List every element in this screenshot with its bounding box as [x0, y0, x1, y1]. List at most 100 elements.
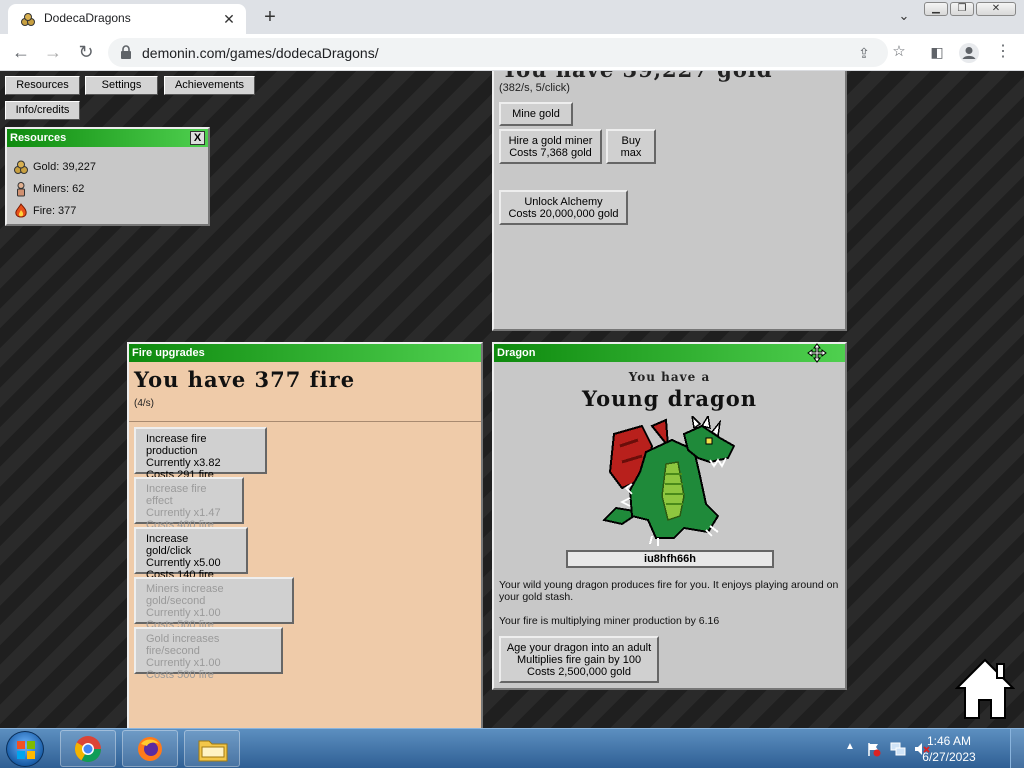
info-credits-button[interactable]: Info/credits — [5, 101, 80, 120]
resources-button[interactable]: Resources — [5, 76, 80, 95]
restore-icon[interactable]: ❐ — [950, 2, 974, 16]
resources-panel: Resources X Gold: 39,227 Miners: 62 Fire… — [5, 127, 210, 226]
close-resources-button[interactable]: X — [190, 131, 205, 145]
tab-title: DodecaDragons — [44, 11, 131, 25]
increase-fire-effect-button[interactable]: Increase fire effect Currently x1.47 Cos… — [134, 477, 244, 531]
window-controls: ▁ ❐ ✕ — [924, 2, 1016, 16]
buy-max-button[interactable]: Buy max — [606, 129, 656, 164]
taskbar: ▲ 1:46 AM 6/27/2023 — [0, 728, 1024, 768]
profile-avatar-icon[interactable] — [958, 42, 980, 64]
unlock-alchemy-cost: Costs 20,000,000 gold — [508, 208, 619, 220]
dragon-name-input[interactable]: iu8hfh66h — [566, 550, 774, 568]
fire-upgrades-title: Fire upgrades — [132, 347, 205, 359]
fire-upgrades-panel: Fire upgrades You have 377 fire (4/s) In… — [127, 342, 483, 728]
reload-icon[interactable]: ↻ — [75, 42, 97, 64]
upgrade-current: Currently x1.00 — [146, 607, 221, 619]
dragon-type: Young dragon — [581, 386, 758, 411]
upgrade-label: Miners increase gold/second — [146, 583, 224, 607]
folder-icon — [198, 740, 228, 762]
gold-rate: (382/s, 5/click) — [499, 82, 570, 94]
start-button[interactable] — [6, 731, 44, 767]
unlock-alchemy-button[interactable]: Unlock Alchemy Costs 20,000,000 gold — [499, 190, 628, 225]
network-icon[interactable] — [890, 741, 906, 757]
share-icon[interactable]: ⇪ — [854, 43, 874, 63]
dragon-panel-header[interactable]: Dragon — [494, 343, 845, 363]
back-arrow-icon[interactable]: ← — [10, 42, 32, 64]
taskbar-chrome[interactable] — [60, 730, 116, 767]
miners-increase-gold-button[interactable]: Miners increase gold/second Currently x1… — [134, 577, 294, 631]
age-dragon-cost: Costs 2,500,000 gold — [527, 666, 631, 678]
upgrade-cost: Costs 500 fire — [146, 669, 214, 681]
resources-panel-title: Resources — [10, 132, 67, 144]
move-cursor-icon — [807, 343, 827, 363]
show-desktop-button[interactable] — [1010, 729, 1024, 768]
address-bar[interactable]: demonin.com/games/dodecaDragons/ ⇪ — [108, 38, 888, 67]
fire-heading: You have 377 fire — [134, 367, 356, 392]
lock-icon — [121, 45, 131, 59]
dragon-multiplier: Your fire is multiplying miner productio… — [499, 615, 720, 627]
age-dragon-effect: Multiplies fire gain by 100 — [516, 654, 642, 666]
tab-search-chevron-icon[interactable]: ⌄ — [894, 8, 914, 28]
upgrade-current: Currently x5.00 — [146, 557, 221, 569]
upgrade-current: Currently x3.82 — [146, 457, 221, 469]
age-dragon-label: Age your dragon into an adult — [506, 642, 652, 654]
gold-increases-fire-button[interactable]: Gold increases fire/second Currently x1.… — [134, 627, 283, 681]
home-icon[interactable] — [955, 658, 1015, 720]
resources-panel-header: Resources X — [7, 129, 208, 147]
action-center-flag-icon[interactable] — [866, 741, 882, 757]
side-panel-icon[interactable]: ◧ — [926, 42, 948, 64]
firefox-icon — [138, 737, 162, 761]
fire-icon — [15, 203, 27, 218]
fire-upgrades-header: Fire upgrades — [129, 344, 481, 362]
fire-divider — [129, 421, 481, 422]
gold-amount: Gold: 39,227 — [33, 161, 96, 173]
hire-miner-button[interactable]: Hire a gold miner Costs 7,368 gold — [499, 129, 602, 164]
upgrade-label: Increase fire effect — [146, 483, 207, 507]
browser-tab[interactable]: DodecaDragons ✕ — [8, 4, 246, 34]
upgrade-label: Gold increases fire/second — [146, 633, 220, 657]
age-dragon-button[interactable]: Age your dragon into an adult Multiplies… — [499, 636, 659, 683]
forward-arrow-icon[interactable]: → — [42, 42, 64, 64]
miners-amount: Miners: 62 — [33, 183, 85, 195]
hire-miner-label: Hire a gold miner — [508, 135, 593, 147]
close-window-icon[interactable]: ✕ — [976, 2, 1016, 16]
settings-button[interactable]: Settings — [85, 76, 158, 95]
unlock-alchemy-label: Unlock Alchemy — [524, 196, 603, 208]
increase-fire-production-button[interactable]: Increase fire production Currently x3.82… — [134, 427, 267, 481]
buy-max-label-2: max — [620, 147, 642, 159]
gold-icon — [14, 160, 28, 174]
minimize-icon[interactable]: ▁ — [924, 2, 948, 16]
hire-miner-cost: Costs 7,368 gold — [509, 147, 592, 159]
dragon-sprite[interactable] — [602, 416, 737, 546]
dragon-panel-title: Dragon — [497, 347, 536, 359]
url-text: demonin.com/games/dodecaDragons/ — [142, 45, 379, 61]
miners-row: Miners: 62 — [13, 181, 84, 197]
gold-pile-icon — [21, 13, 35, 26]
taskbar-explorer[interactable] — [184, 730, 240, 767]
windows-logo-icon — [17, 741, 35, 759]
taskbar-firefox[interactable] — [122, 730, 178, 767]
dragon-panel: Dragon You have a Young dragon iu8hfh66h… — [492, 342, 847, 690]
mine-gold-button[interactable]: Mine gold — [499, 102, 573, 126]
upgrade-current: Currently x1.47 — [146, 507, 221, 519]
fire-rate: (4/s) — [134, 398, 154, 409]
achievements-button[interactable]: Achievements — [164, 76, 255, 95]
more-menu-icon[interactable]: ⋮ — [992, 42, 1014, 64]
fire-amount: Fire: 377 — [33, 205, 77, 217]
upgrade-label: Increase gold/click — [146, 533, 192, 557]
chrome-icon — [74, 736, 102, 763]
fire-row: Fire: 377 — [13, 203, 76, 219]
buy-max-label-1: Buy — [621, 135, 641, 147]
clock-time: 1:46 AM — [926, 734, 972, 748]
game-area: Resources Settings Achievements Info/cre… — [0, 71, 1024, 728]
tab-close-icon[interactable]: ✕ — [220, 10, 238, 28]
dragon-you-have-a: You have a — [628, 370, 711, 384]
new-tab-button[interactable]: + — [258, 6, 282, 30]
increase-gold-click-button[interactable]: Increase gold/click Currently x5.00 Cost… — [134, 527, 248, 581]
upgrade-current: Currently x1.00 — [146, 657, 221, 669]
gold-panel: You have 39,227 gold (382/s, 5/click) Mi… — [492, 71, 847, 331]
miner-icon — [17, 182, 25, 197]
bookmark-star-icon[interactable]: ☆ — [888, 42, 910, 64]
system-clock[interactable]: 1:46 AM 6/27/2023 — [914, 733, 984, 765]
tray-show-hidden-icon[interactable]: ▲ — [845, 741, 855, 752]
